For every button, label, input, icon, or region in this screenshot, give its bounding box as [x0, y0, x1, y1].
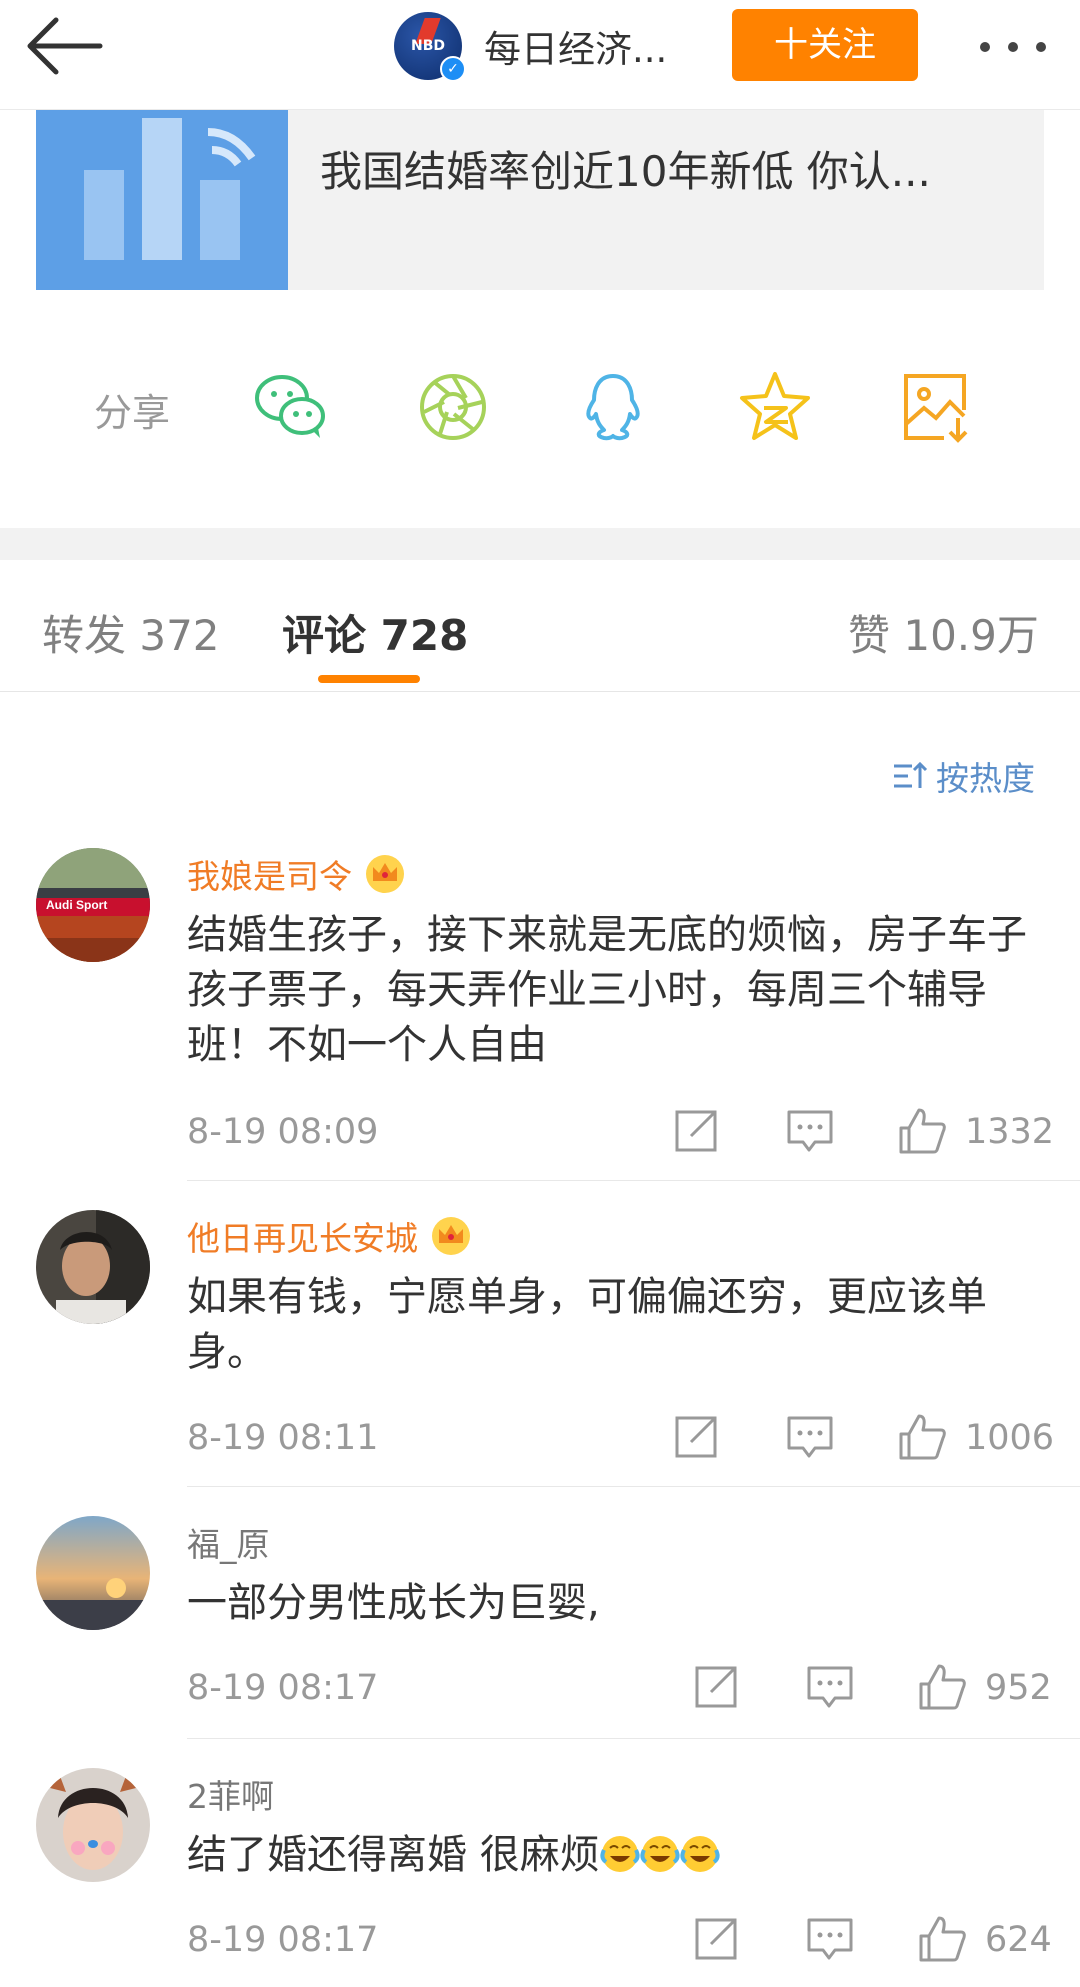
comment-meta: 8-19 08:11 1006 — [187, 1412, 1054, 1468]
comment-author[interactable]: 2菲啊 — [187, 1770, 274, 1818]
comment-divider — [187, 1738, 1080, 1739]
avatar[interactable] — [36, 1516, 150, 1630]
save-image-icon[interactable] — [898, 368, 976, 446]
like-icon[interactable] — [897, 1412, 947, 1462]
reply-icon[interactable] — [785, 1106, 835, 1156]
share-label: 分享 — [94, 391, 171, 435]
sort-label: 按热度 — [936, 759, 1035, 798]
top-bar: NBD 每日经济... ✓ 十关注 — [0, 0, 1080, 110]
account-name[interactable]: 每日经济... — [484, 19, 667, 73]
comment-time: 8-19 08:17 — [187, 1920, 379, 1960]
comment-author-name[interactable]: 2菲啊 — [187, 1770, 274, 1818]
reply-icon[interactable] — [785, 1412, 835, 1462]
comment-text: 结婚生孩子，接下来就是无底的烦恼，房子车子孩子票子，每天弄作业三小时，每周三个辅… — [187, 912, 1027, 1068]
repost-icon[interactable] — [671, 1106, 721, 1156]
moments-icon[interactable] — [414, 368, 492, 446]
like-icon[interactable] — [897, 1106, 947, 1156]
comment-author-name[interactable]: 他日再见长安城 — [187, 1212, 418, 1260]
article-card[interactable]: 我国结婚率创近10年新低 你认... — [36, 110, 1044, 290]
comment-author-name[interactable]: 福_原 — [187, 1518, 270, 1566]
follow-button[interactable]: 十关注 — [732, 9, 918, 81]
comment-time: 8-19 08:09 — [187, 1112, 379, 1152]
comment-meta: 8-19 08:17 952 — [187, 1662, 1052, 1718]
avatar[interactable]: Audi Sport — [36, 848, 150, 962]
sort-by-hot-button[interactable]: 按热度 — [892, 752, 1035, 800]
comment-text: 一部分男性成长为巨婴, — [187, 1580, 600, 1626]
article-thumbnail — [36, 110, 288, 290]
comment-text: 如果有钱，宁愿单身，可偏偏还穷，更应该单身。 — [187, 1274, 987, 1375]
laughing-crying-emoji-icon — [680, 1836, 720, 1872]
like-count: 1006 — [965, 1418, 1055, 1458]
reply-icon[interactable] — [805, 1662, 855, 1712]
comment-meta: 8-19 08:17 624 — [187, 1914, 1052, 1970]
tab-likes[interactable]: 赞 10.9万 — [848, 602, 1039, 663]
comment-divider — [187, 1180, 1080, 1181]
reply-icon[interactable] — [805, 1914, 855, 1964]
comment-text-body: 结了婚还得离婚 很麻烦 — [187, 1832, 600, 1878]
comment-author[interactable]: 福_原 — [187, 1518, 270, 1566]
tab-bar: 转发 372 评论 728 赞 10.9万 — [0, 560, 1080, 692]
laughing-crying-emoji-icon — [640, 1836, 680, 1872]
repost-icon[interactable] — [691, 1914, 741, 1964]
comment-author[interactable]: 我娘是司令 — [187, 850, 406, 898]
verified-badge-icon: ✓ — [440, 56, 466, 82]
avatar[interactable] — [36, 1210, 150, 1324]
like-count: 1332 — [965, 1112, 1055, 1152]
laughing-crying-emoji-icon — [600, 1836, 640, 1872]
comment-text: 结了婚还得离婚 很麻烦 — [187, 1828, 1047, 1883]
tab-comments[interactable]: 评论 728 — [282, 602, 468, 663]
avatar-text: Audi Sport — [46, 898, 108, 912]
comment-author[interactable]: 他日再见长安城 — [187, 1212, 472, 1260]
wechat-icon[interactable] — [252, 368, 330, 446]
comment-time: 8-19 08:11 — [187, 1418, 379, 1458]
comment-meta: 8-19 08:09 1332 — [187, 1106, 1054, 1162]
like-icon[interactable] — [917, 1914, 967, 1964]
avatar[interactable] — [36, 1768, 150, 1882]
logo-text: NBD — [410, 38, 445, 54]
comment-time: 8-19 08:17 — [187, 1668, 379, 1708]
qq-icon[interactable] — [574, 368, 652, 446]
repost-icon[interactable] — [691, 1662, 741, 1712]
article-title[interactable]: 我国结婚率创近10年新低 你认... — [320, 138, 931, 199]
crown-badge-icon — [432, 1217, 470, 1255]
like-icon[interactable] — [917, 1662, 967, 1712]
qzone-icon[interactable] — [736, 368, 814, 446]
comment-divider — [187, 1486, 1080, 1487]
section-divider — [0, 528, 1080, 560]
account-info[interactable]: NBD 每日经济... — [394, 10, 667, 82]
repost-icon[interactable] — [671, 1412, 721, 1462]
like-count: 624 — [985, 1920, 1052, 1960]
crown-badge-icon — [366, 855, 404, 893]
like-count: 952 — [985, 1668, 1052, 1708]
more-options-icon[interactable] — [976, 26, 1052, 66]
tab-repost[interactable]: 转发 372 — [42, 602, 220, 663]
share-bar: 分享 — [0, 350, 1080, 460]
sort-icon — [894, 761, 928, 788]
comment-author-name[interactable]: 我娘是司令 — [187, 850, 352, 898]
active-tab-indicator — [318, 675, 420, 683]
back-arrow-icon[interactable] — [26, 14, 106, 78]
